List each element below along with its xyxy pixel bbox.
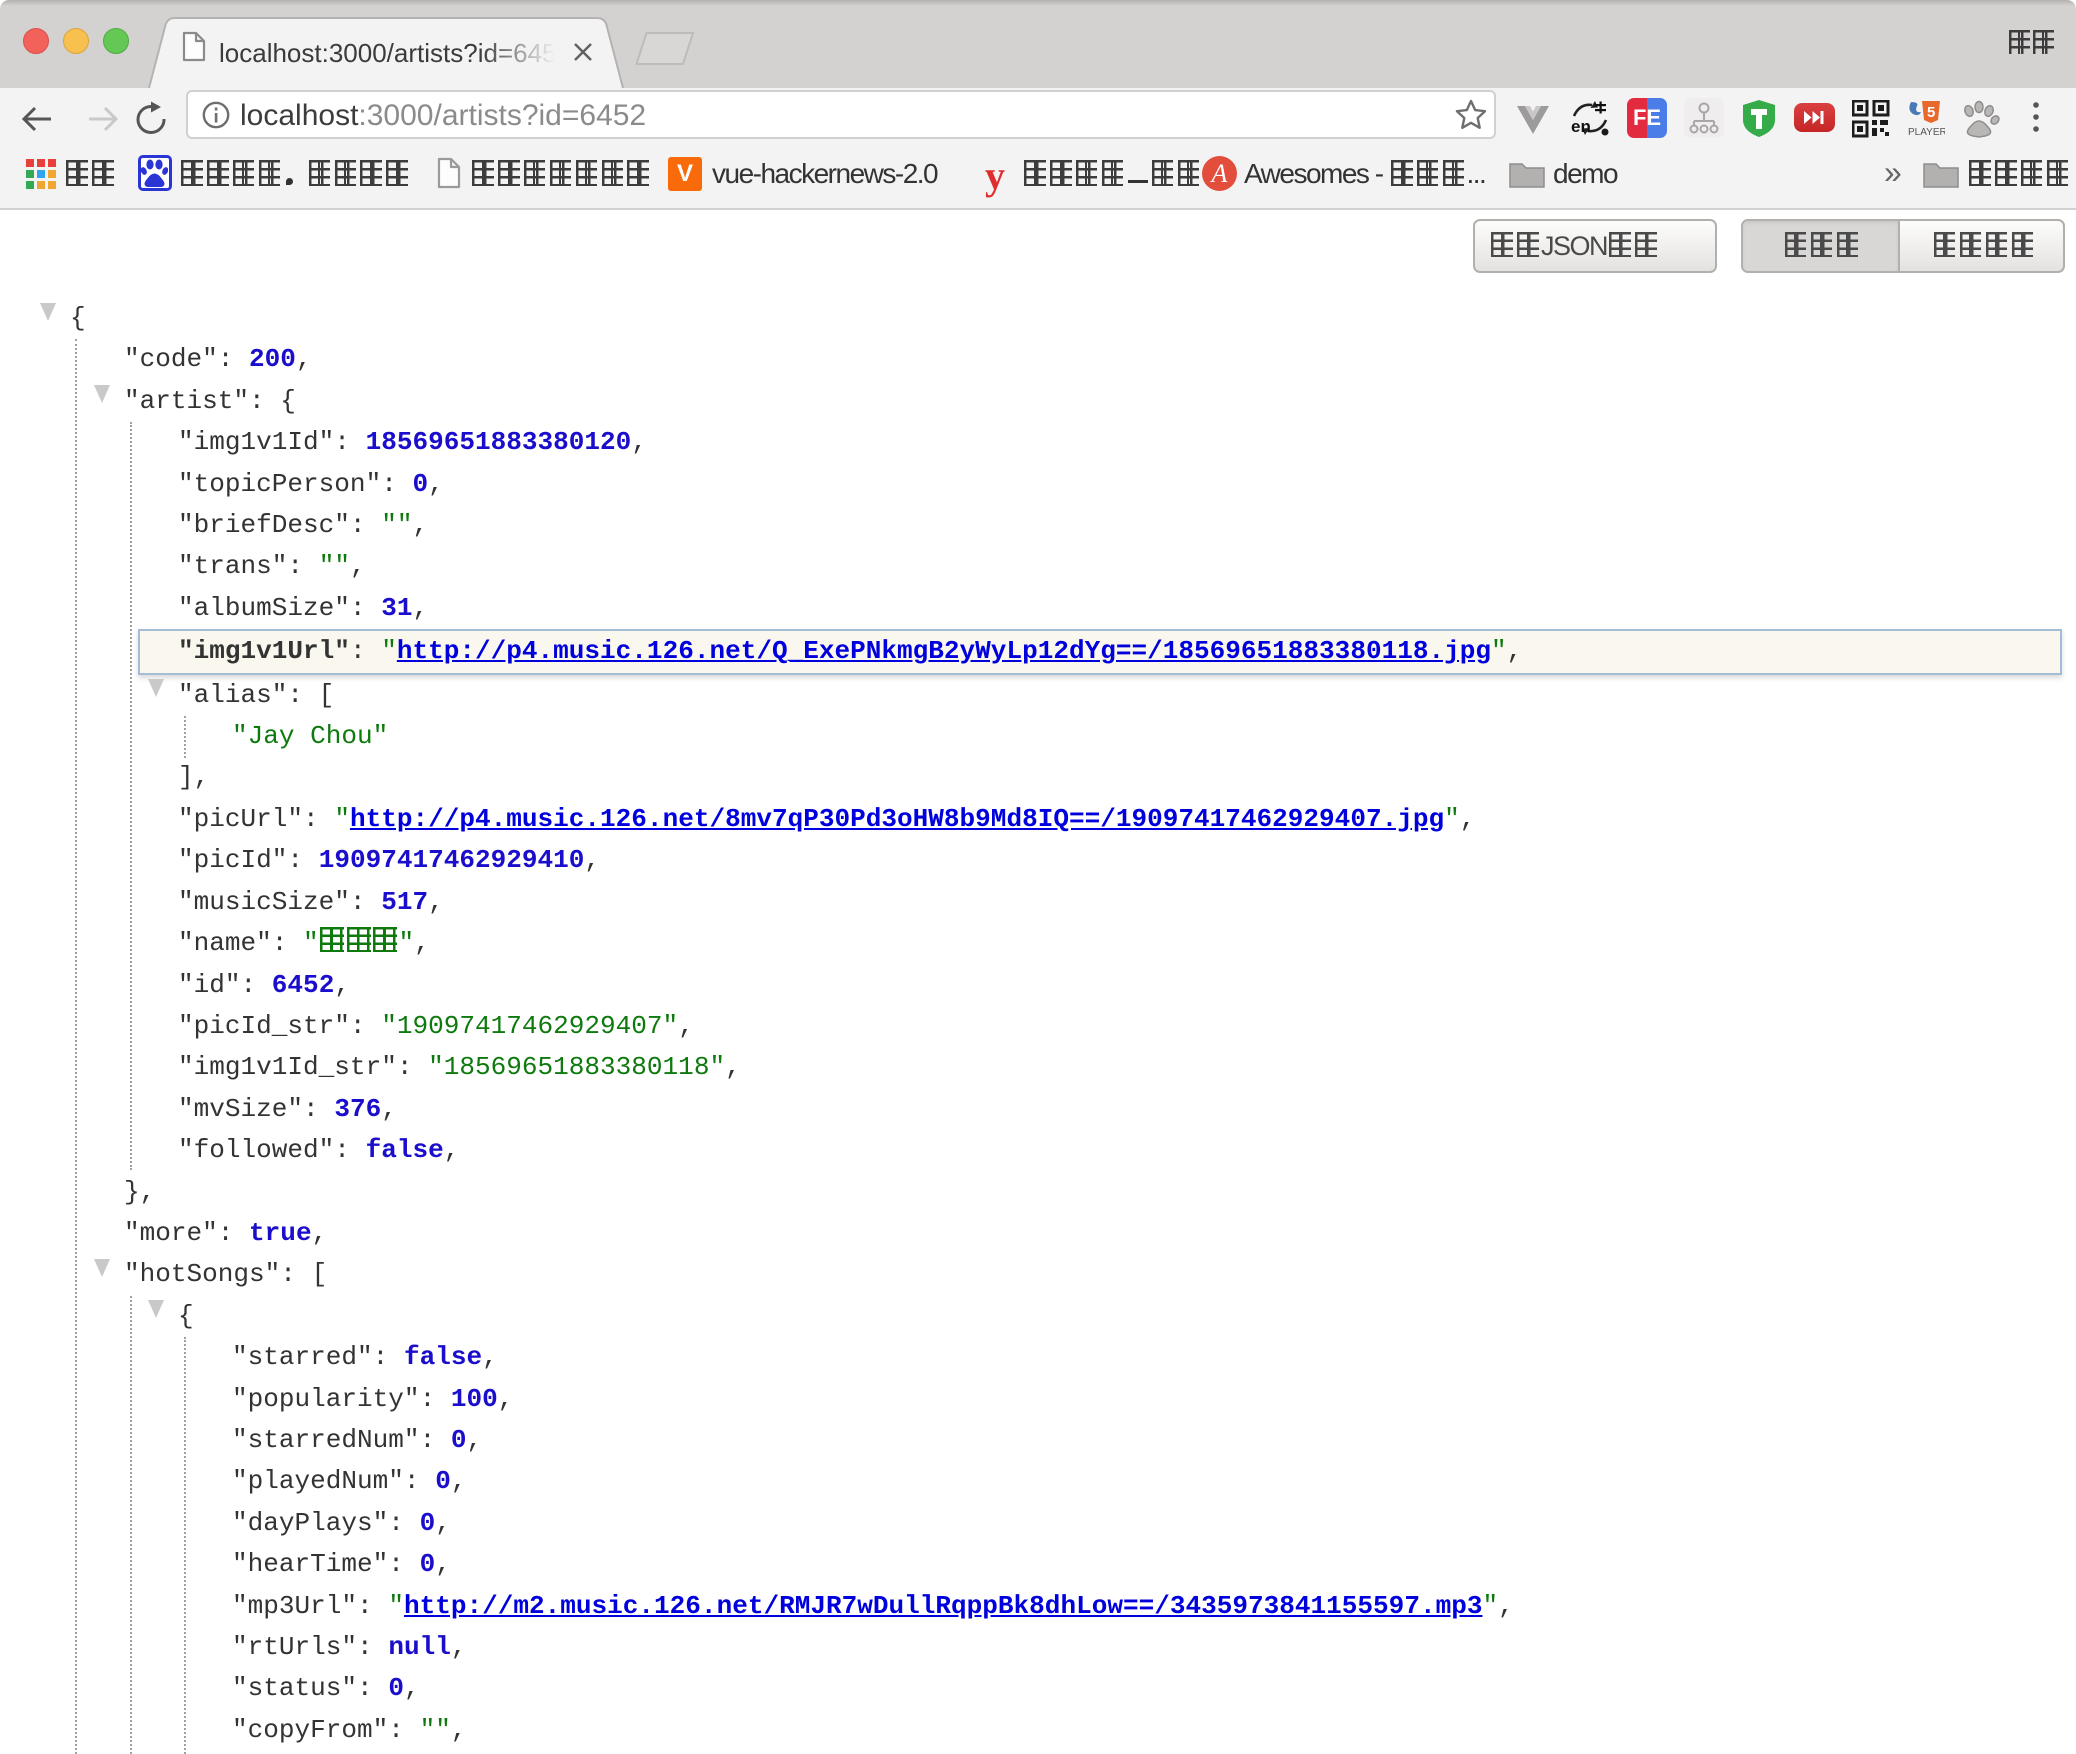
svg-text:en: en: [1571, 117, 1591, 136]
svg-text:5: 5: [1927, 104, 1935, 121]
svg-text:PLAYER: PLAYER: [1908, 127, 1945, 138]
